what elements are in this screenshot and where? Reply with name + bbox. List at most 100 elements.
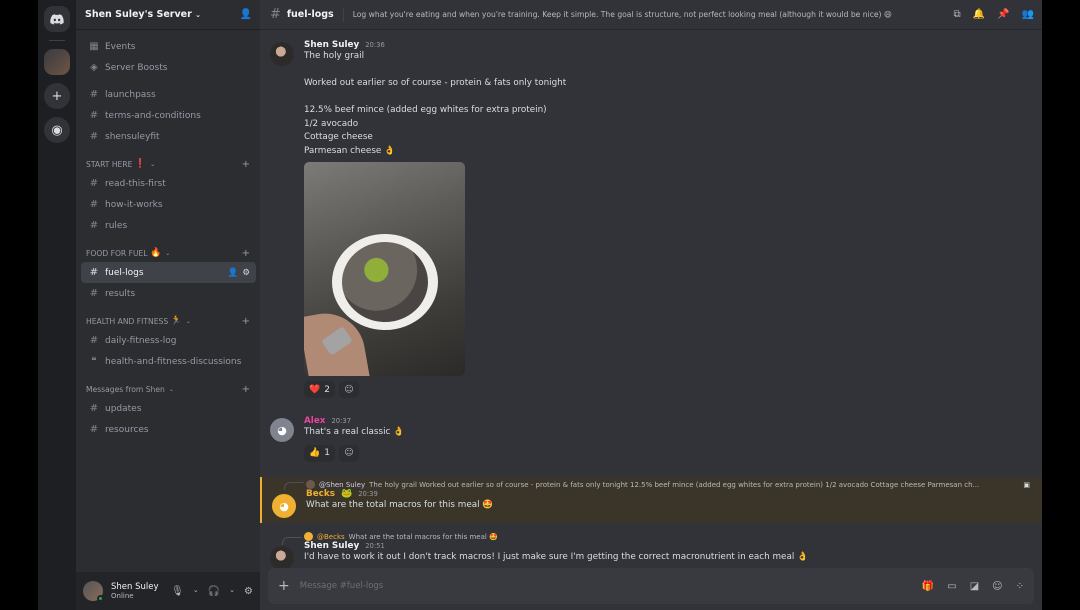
channel-label: rules	[105, 220, 128, 231]
channel-title: fuel-logs	[286, 9, 334, 20]
message[interactable]: ◕ Alex 20:37 That's a real classic 👌 👍 1…	[260, 416, 1042, 462]
category-messages-from-shen[interactable]: Messages from Shen ⌄ +	[81, 380, 256, 398]
chevron-down-icon: ⌄	[185, 317, 191, 325]
chevron-down-icon[interactable]: ⌄	[193, 586, 199, 597]
channel-fuel-logs[interactable]: # fuel-logs 👤 ⚙	[81, 262, 256, 283]
message-author[interactable]: Alex	[304, 416, 325, 426]
channel-topic[interactable]: Log what you're eating and when you're t…	[353, 10, 892, 19]
hash-icon: #	[89, 110, 99, 121]
create-channel-icon[interactable]: +	[242, 159, 250, 170]
sidebar-item-server-boosts[interactable]: ◈ Server Boosts	[81, 57, 256, 78]
channel-label: launchpass	[105, 89, 156, 100]
add-server-icon[interactable]: +	[44, 83, 70, 109]
sidebar-item-label: Events	[105, 41, 136, 52]
gear-icon[interactable]: ⚙	[242, 268, 250, 278]
reply-mention[interactable]: @Shen Suley	[319, 481, 365, 489]
channel-updates[interactable]: # updates	[81, 398, 256, 419]
server-icon[interactable]	[44, 49, 70, 75]
server-name: Shen Suley's Server	[85, 9, 192, 20]
gift-icon[interactable]: 🎁	[922, 581, 934, 592]
avatar[interactable]: ◕	[270, 418, 294, 442]
message-author[interactable]: Shen Suley	[304, 541, 359, 551]
category-food-for-fuel[interactable]: FOOD FOR FUEL 🔥 ⌄ +	[81, 244, 256, 262]
attach-plus-icon[interactable]: +	[278, 578, 290, 594]
message-input[interactable]: Message #fuel-logs	[300, 581, 384, 591]
chevron-down-icon[interactable]: ⌄	[229, 586, 235, 597]
reaction-thumbs-up[interactable]: 👍 1	[304, 444, 335, 462]
create-channel-icon[interactable]: +	[242, 316, 250, 327]
channel-health-and-fitness-discussions[interactable]: ❝ health-and-fitness-discussions	[81, 351, 256, 372]
add-reaction-button[interactable]: ☺	[338, 381, 359, 398]
food-graphic	[342, 242, 428, 322]
reply-preview: The holy grail Worked out earlier so of …	[369, 480, 980, 489]
reaction-count: 2	[324, 384, 330, 395]
channel-label: resources	[105, 424, 149, 435]
message-line: That's a real classic 👌	[304, 427, 405, 437]
user-panel: Shen Suley Online 🎙 ⌄ 🎧 ⌄ ⚙	[76, 572, 260, 610]
invite-icon[interactable]: 👤	[228, 268, 239, 278]
message-line: What are the total macros for this meal …	[306, 500, 494, 510]
message-composer[interactable]: + Message #fuel-logs 🎁 ▭ ◪ ☺ ⁘	[268, 568, 1034, 604]
channel-terms-and-conditions[interactable]: # terms-and-conditions	[81, 105, 256, 126]
member-list-icon[interactable]: 👥	[1022, 9, 1034, 20]
channel-launchpass[interactable]: # launchpass	[81, 84, 256, 105]
server-header[interactable]: Shen Suley's Server ⌄ 👤	[76, 0, 260, 30]
chevron-down-icon: ⌄	[168, 385, 174, 393]
channel-results[interactable]: # results	[81, 283, 256, 304]
sidebar-item-events[interactable]: ▦ Events	[81, 36, 256, 57]
reaction-heart[interactable]: ❤️ 2	[304, 381, 335, 398]
create-channel-icon[interactable]: +	[242, 248, 250, 259]
channel-shensuleyfit[interactable]: # shensuleyfit	[81, 126, 256, 147]
channel-label: how-it-works	[105, 199, 163, 210]
create-channel-icon[interactable]: +	[242, 384, 250, 395]
category-label: FOOD FOR FUEL	[86, 248, 148, 258]
category-label: START HERE	[86, 159, 133, 169]
reply-mention[interactable]: @Becks	[317, 533, 345, 541]
message[interactable]: Shen Suley 20:36 The holy grail Worked o…	[260, 40, 1042, 398]
sticker-icon[interactable]: ◪	[970, 581, 979, 592]
channel-header: # fuel-logs Log what you're eating and w…	[260, 0, 1042, 30]
gear-icon[interactable]: ⚙	[244, 586, 253, 597]
gif-icon[interactable]: ▭	[947, 581, 956, 592]
meal-photo[interactable]	[304, 162, 465, 376]
message-reply-highlighted[interactable]: @Shen Suley The holy grail Worked out ea…	[260, 477, 1042, 523]
avatar[interactable]: ◕	[272, 494, 296, 518]
channel-rules[interactable]: # rules	[81, 215, 256, 236]
message-timestamp: 20:36	[365, 41, 385, 49]
apps-icon[interactable]: ⁘	[1016, 581, 1024, 592]
channel-label: daily-fitness-log	[105, 335, 177, 346]
add-reaction-button[interactable]: ☺	[338, 444, 359, 462]
discover-icon[interactable]: ◉	[44, 117, 70, 143]
channel-label: terms-and-conditions	[105, 110, 201, 121]
avatar[interactable]	[83, 581, 104, 602]
category-label: Messages from Shen	[86, 384, 165, 394]
chevron-down-icon: ⌄	[150, 160, 156, 168]
emoji-icon[interactable]: ☺	[992, 581, 1002, 592]
hash-icon: #	[89, 131, 99, 142]
discord-app: + ◉ Shen Suley's Server ⌄ 👤 ▦ Events ◈ S…	[38, 0, 1042, 610]
bell-icon[interactable]: 🔔	[973, 9, 985, 20]
headphones-icon[interactable]: 🎧	[208, 586, 220, 597]
channel-read-this-first[interactable]: # read-this-first	[81, 173, 256, 194]
message-author[interactable]: Becks	[306, 489, 335, 499]
reply-reference[interactable]: @Shen Suley The holy grail Worked out ea…	[306, 480, 1030, 489]
channel-how-it-works[interactable]: # how-it-works	[81, 194, 256, 215]
message-reply[interactable]: @Becks What are the total macros for thi…	[260, 532, 1042, 570]
reply-reference[interactable]: @Becks What are the total macros for thi…	[304, 532, 1030, 541]
avatar[interactable]	[270, 42, 294, 66]
channel-sidebar: Shen Suley's Server ⌄ 👤 ▦ Events ◈ Serve…	[76, 0, 260, 610]
category-start-here[interactable]: START HERE ❗ ⌄ +	[81, 155, 256, 173]
category-emoji: 🔥	[150, 248, 162, 258]
channel-resources[interactable]: # resources	[81, 419, 256, 440]
threads-icon[interactable]: ⧉	[954, 9, 961, 20]
message-timestamp: 20:37	[331, 417, 352, 425]
reply-avatar	[306, 480, 315, 489]
invite-people-icon[interactable]: 👤	[240, 9, 252, 20]
channel-daily-fitness-log[interactable]: # daily-fitness-log	[81, 330, 256, 351]
avatar[interactable]	[270, 546, 294, 570]
microphone-icon[interactable]: 🎙	[171, 586, 184, 597]
message-author[interactable]: Shen Suley	[304, 40, 359, 50]
pin-icon[interactable]: 📌	[997, 9, 1009, 20]
discord-home-icon[interactable]	[44, 6, 70, 32]
category-health-and-fitness[interactable]: HEALTH AND FITNESS 🏃 ⌄ +	[81, 312, 256, 330]
